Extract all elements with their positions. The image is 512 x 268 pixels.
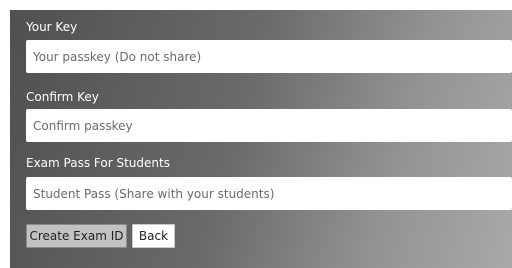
exam-pass-input[interactable]: [26, 177, 512, 210]
confirm-key-input[interactable]: [26, 109, 512, 142]
confirm-key-label: Confirm Key: [26, 90, 99, 104]
your-key-label: Your Key: [26, 20, 78, 34]
create-exam-form: Your Key Confirm Key Exam Pass For Stude…: [10, 10, 512, 268]
your-key-input[interactable]: [26, 40, 512, 73]
create-exam-id-button[interactable]: Create Exam ID: [26, 224, 127, 248]
exam-pass-label: Exam Pass For Students: [26, 156, 170, 170]
back-button[interactable]: Back: [132, 224, 175, 248]
